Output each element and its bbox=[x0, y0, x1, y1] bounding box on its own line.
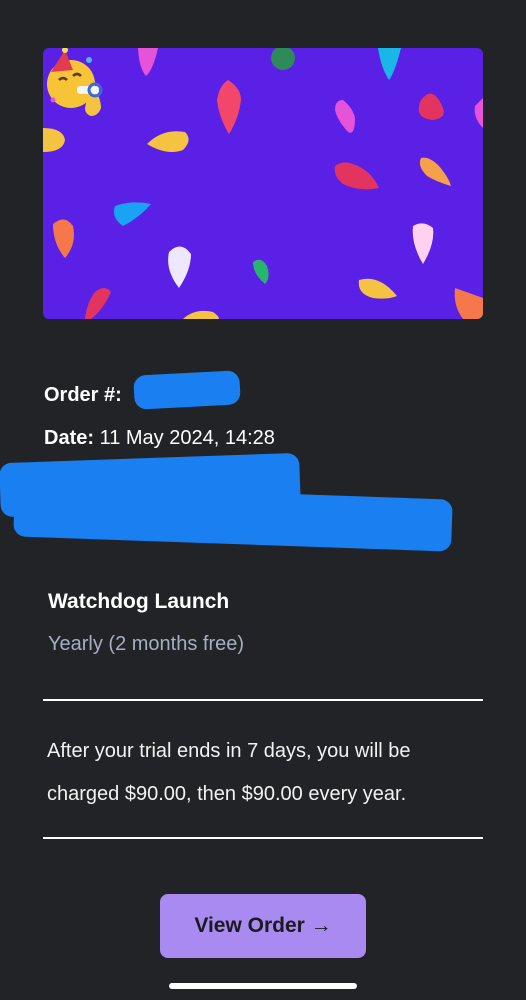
order-number-label: Order #: bbox=[44, 384, 122, 406]
trial-notice-line-2: charged $90.00, then $90.00 every year. bbox=[47, 783, 407, 805]
celebration-banner bbox=[43, 48, 483, 319]
order-date-value: 11 May 2024, 14:28 bbox=[99, 427, 275, 449]
divider-top bbox=[43, 699, 483, 701]
product-plan: Yearly (2 months free) bbox=[48, 633, 245, 655]
order-date-label: Date: bbox=[44, 427, 95, 449]
order-date-row: Date: 11 May 2024, 14:28 bbox=[44, 423, 275, 453]
product-summary: Watchdog Launch Yearly (2 months free) bbox=[48, 590, 244, 655]
product-name: Watchdog Launch bbox=[48, 590, 230, 613]
party-face-icon bbox=[47, 48, 103, 108]
trial-notice: After your trial ends in 7 days, you wil… bbox=[47, 730, 483, 816]
order-number-row: Order #: bbox=[44, 380, 122, 410]
redaction-customer-email bbox=[13, 484, 453, 552]
trial-notice-line-1: After your trial ends in 7 days, you wil… bbox=[47, 740, 411, 762]
home-indicator[interactable] bbox=[169, 983, 357, 989]
redaction-order-number bbox=[133, 370, 241, 410]
divider-bottom bbox=[43, 837, 483, 839]
view-order-button[interactable]: View Order → bbox=[160, 894, 366, 958]
confetti-pattern bbox=[43, 48, 483, 319]
